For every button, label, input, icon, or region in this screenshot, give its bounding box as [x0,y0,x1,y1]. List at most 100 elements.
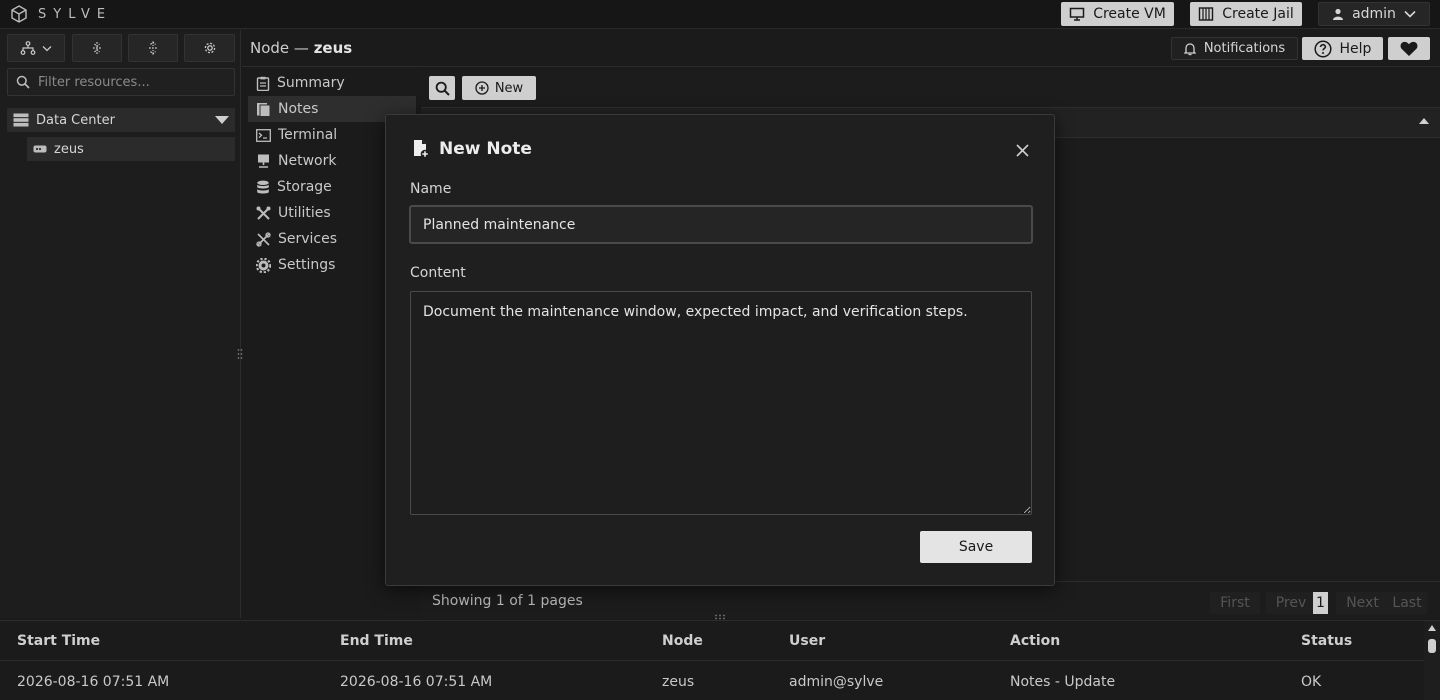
network-icon [256,154,271,168]
terminal-icon [256,128,271,142]
menu-item-summary[interactable]: Summary [248,70,416,96]
cell-start-time: 2026-08-16 07:51 AM [17,674,170,690]
user-menu-button[interactable]: admin [1318,2,1430,26]
gear-icon [203,41,217,55]
tree-item-label: Data Center [36,112,115,128]
database-icon [256,180,270,195]
chevron-down-icon [1404,10,1416,18]
column-header-start-time[interactable]: Start Time [17,633,100,649]
next-page-button[interactable]: Next [1336,592,1389,614]
content-textarea[interactable]: Document the maintenance window, expecte… [410,291,1032,515]
collapse-icon [147,41,159,55]
new-note-label: New [494,80,524,96]
search-button[interactable] [429,76,455,100]
expand-icon [91,41,103,55]
node-title-prefix: Node — [250,39,314,57]
menu-item-label: Terminal [278,127,338,143]
filter-input[interactable] [38,74,228,90]
create-vm-button[interactable]: Create VM [1061,2,1174,26]
user-icon [1332,8,1344,20]
menu-item-label: Services [278,231,338,247]
menu-item-label: Network [278,153,337,169]
new-note-dialog: New Note Name Content Document the maint… [385,114,1055,586]
last-page-button[interactable]: Last [1387,592,1427,614]
create-jail-label: Create Jail [1222,6,1294,22]
notes-icon [256,102,271,117]
cell-status: OK [1301,674,1322,690]
search-icon [16,75,30,89]
help-label: Help [1339,40,1372,57]
close-icon [1015,143,1029,157]
resource-sidebar: Data Center zeus [0,30,244,618]
notifications-button[interactable]: Notifications [1171,37,1298,60]
create-jail-button[interactable]: Create Jail [1190,2,1302,26]
name-input[interactable] [409,205,1033,244]
page-number-button[interactable]: 1 [1313,592,1328,614]
clipboard-icon [256,76,270,91]
tree-settings-button[interactable] [184,34,235,62]
header-divider [242,66,1440,67]
hierarchy-icon [20,41,36,55]
services-icon [256,231,271,247]
create-vm-label: Create VM [1093,6,1166,22]
plus-circle-icon [475,81,489,95]
top-bar: SYLVE Create VM Create Jail admin [0,0,1440,29]
page-title: Node — zeus [250,39,352,57]
log-table-header: Start Time End Time Node User Action Sta… [0,621,1424,661]
cell-action: Notes - Update [1010,674,1116,690]
column-header-user[interactable]: User [789,633,825,649]
column-header-end-time[interactable]: End Time [340,633,413,649]
brand[interactable]: SYLVE [10,4,112,24]
caret-down-icon[interactable] [215,116,229,124]
cell-user: admin@sylve [789,674,884,690]
pagination-status: Showing 1 of 1 pages [432,593,583,609]
jail-icon [1198,7,1214,21]
column-header-status[interactable]: Status [1301,633,1352,649]
cell-node: zeus [662,674,695,690]
close-button[interactable] [1014,142,1030,158]
tree-item-label: zeus [54,141,84,157]
bell-icon [1183,42,1196,56]
tree-item-datacenter[interactable]: Data Center [7,108,235,132]
tree-view-button[interactable] [7,34,65,62]
user-label: admin [1352,6,1396,22]
dialog-title: New Note [412,139,532,159]
monitor-icon [1069,7,1085,21]
audit-log-panel: Start Time End Time Node User Action Sta… [0,620,1440,700]
filter-field[interactable] [7,68,235,96]
menu-item-label: Storage [277,179,332,195]
log-scrollbar[interactable] [1424,621,1440,700]
name-label: Name [410,181,452,197]
cube-logo-icon [10,5,28,23]
save-button[interactable]: Save [920,531,1032,563]
sort-ascending-icon[interactable] [1419,118,1429,124]
column-header-node[interactable]: Node [662,633,703,649]
sidebar-resize-handle[interactable] [236,348,244,360]
server-rack-icon [13,113,29,127]
tools-icon [256,206,271,221]
menu-item-label: Summary [277,75,345,91]
brand-name: SYLVE [38,6,113,22]
search-icon [435,81,450,96]
menu-item-label: Settings [278,257,336,273]
dialog-title-text: New Note [439,139,532,159]
help-button[interactable]: Help [1302,37,1383,60]
tree-item-node-zeus[interactable]: zeus [27,137,235,161]
content-label: Content [410,265,466,281]
cell-end-time: 2026-08-16 07:51 AM [340,674,493,690]
first-page-button[interactable]: First [1210,592,1260,614]
new-note-button[interactable]: New [462,76,536,100]
question-circle-icon [1313,39,1332,58]
gear-icon [256,257,271,273]
menu-item-label: Notes [278,101,319,117]
file-plus-icon [412,139,430,159]
prev-page-button[interactable]: Prev [1266,592,1316,614]
scroll-up-icon[interactable] [1428,625,1436,631]
column-header-action[interactable]: Action [1010,633,1060,649]
chevron-down-icon [42,45,52,52]
scroll-thumb[interactable] [1428,639,1436,653]
collapse-all-button[interactable] [128,34,178,62]
menu-item-label: Utilities [278,205,331,221]
expand-all-button[interactable] [72,34,122,62]
donate-button[interactable] [1388,37,1430,60]
